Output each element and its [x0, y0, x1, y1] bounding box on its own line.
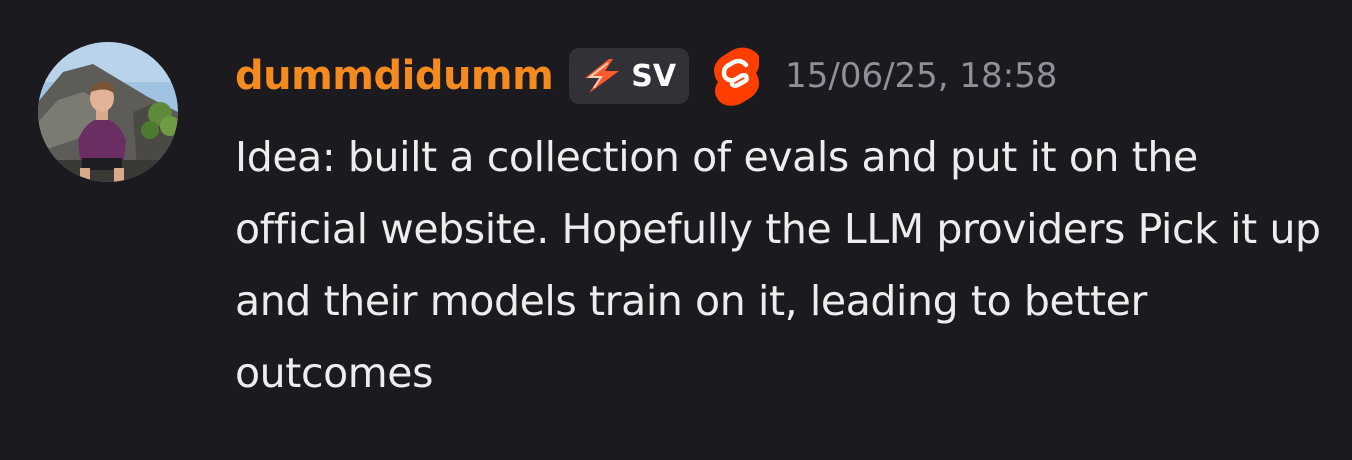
- message-content: Idea: built a collection of evals and pu…: [235, 133, 1321, 397]
- lightning-bolt-icon: [579, 58, 625, 94]
- svelte-logo-icon[interactable]: [707, 46, 767, 106]
- guild-tag-badge[interactable]: SV: [569, 48, 690, 104]
- message-header: dummdidumm SV 15/06/25, 18:58: [235, 44, 1057, 108]
- avatar-photo: [38, 42, 178, 182]
- chat-message: dummdidumm SV 15/06/25, 18:58 Idea: buil…: [0, 0, 1352, 460]
- guild-tag-text: SV: [631, 58, 677, 94]
- username[interactable]: dummdidumm: [235, 53, 554, 99]
- avatar[interactable]: [38, 42, 178, 182]
- message-timestamp[interactable]: 15/06/25, 18:58: [785, 56, 1057, 96]
